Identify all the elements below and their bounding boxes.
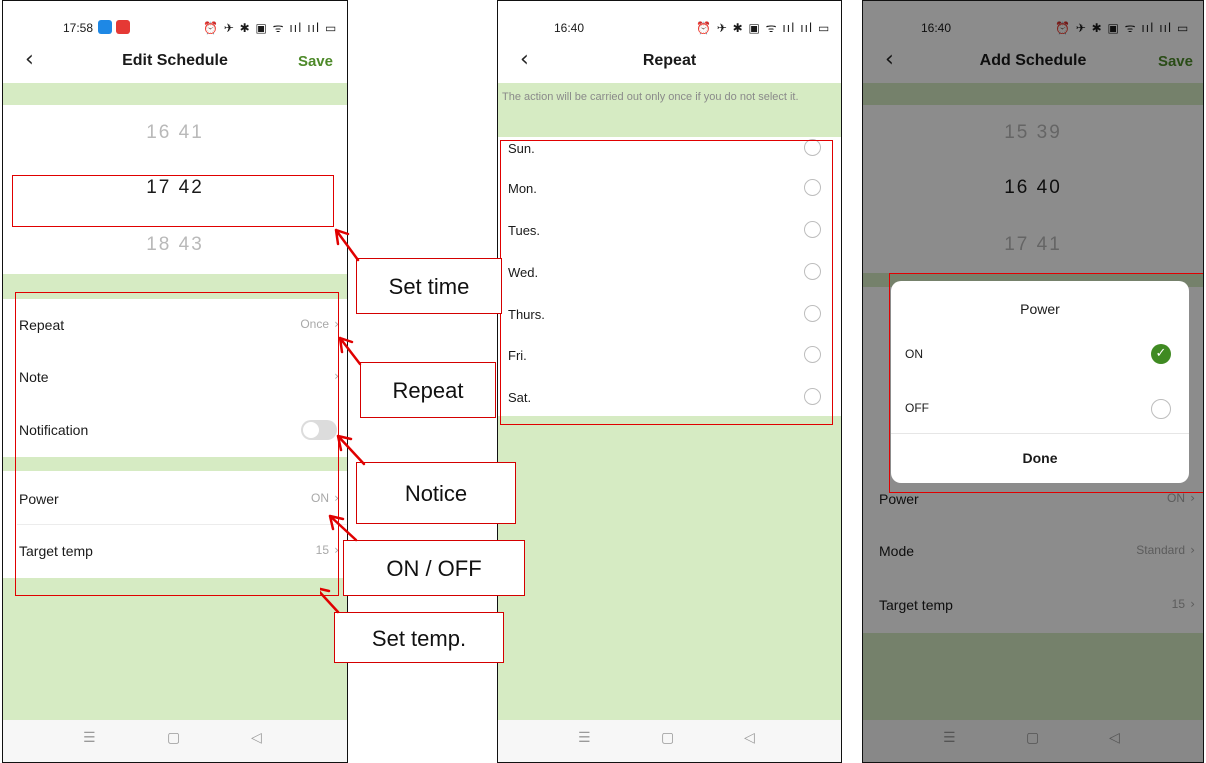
arrow-set-time [334, 228, 360, 262]
page-title: Repeat [642, 52, 697, 69]
menu-icon[interactable]: ☰ [578, 730, 591, 746]
status-bar: 17:58 ⏰ ✈ ✱ ▣ ᯤ ııl ııl ▭ [3, 19, 347, 37]
back-nav-icon[interactable]: ◁ [251, 730, 262, 746]
top-bar: ‹ Repeat [498, 43, 841, 79]
page-title: Edit Schedule [122, 52, 228, 69]
edit-schedule-screen: 17:58 ⏰ ✈ ✱ ▣ ᯤ ııl ııl ▭ ‹ Edit Schedul… [2, 0, 348, 763]
callout-repeat: Repeat [360, 362, 496, 418]
menu-icon[interactable]: ☰ [83, 730, 96, 746]
back-nav-icon[interactable]: ◁ [744, 730, 755, 746]
arrow-on-off [328, 514, 358, 542]
top-bar: ‹ Edit Schedule Save [3, 43, 347, 79]
home-icon[interactable]: ▢ [167, 730, 180, 746]
hint-band: The action will be carried out only once… [498, 83, 841, 137]
app-notification-icon [98, 20, 112, 34]
app-notification-icon [116, 20, 130, 34]
status-icons: ⏰ ✈ ✱ ▣ ᯤ ııl ııl ▭ [203, 21, 338, 35]
arrow-set-temp [320, 587, 340, 614]
annotation-arrows [320, 228, 366, 614]
settings-highlight [15, 292, 339, 596]
arrow-repeat [338, 336, 362, 366]
days-highlight [500, 140, 833, 425]
callout-notice: Notice [356, 462, 516, 524]
set-time-highlight [12, 175, 334, 227]
repeat-screen: 16:40 ⏰ ✈ ✱ ▣ ᯤ ııl ııl ▭ ‹ Repeat The a… [497, 0, 842, 763]
add-schedule-screen: 16:40 ⏰ ✈ ✱ ▣ ᯤ ııl ııl ▭ ‹ Add Schedule… [862, 0, 1204, 763]
empty-area [3, 578, 347, 722]
status-icons: ⏰ ✈ ✱ ▣ ᯤ ııl ııl ▭ [696, 21, 831, 35]
time-picker-next[interactable]: 18 43 [3, 234, 347, 256]
system-nav-bar: ☰ ▢ ◁ [498, 720, 841, 762]
status-time: 17:58 [63, 21, 94, 35]
dialog-highlight [889, 273, 1203, 493]
time-picker-prev[interactable]: 16 41 [3, 122, 347, 144]
status-bar: 16:40 ⏰ ✈ ✱ ▣ ᯤ ııl ııl ▭ [498, 19, 841, 37]
arrow-notice [336, 434, 366, 466]
repeat-hint: The action will be carried out only once… [502, 91, 799, 103]
status-time: 16:40 [554, 21, 585, 35]
divider-band [3, 83, 347, 105]
home-icon[interactable]: ▢ [661, 730, 674, 746]
system-nav-bar: ☰ ▢ ◁ [3, 720, 347, 762]
save-button[interactable]: Save [298, 53, 333, 70]
empty-area [498, 416, 841, 722]
